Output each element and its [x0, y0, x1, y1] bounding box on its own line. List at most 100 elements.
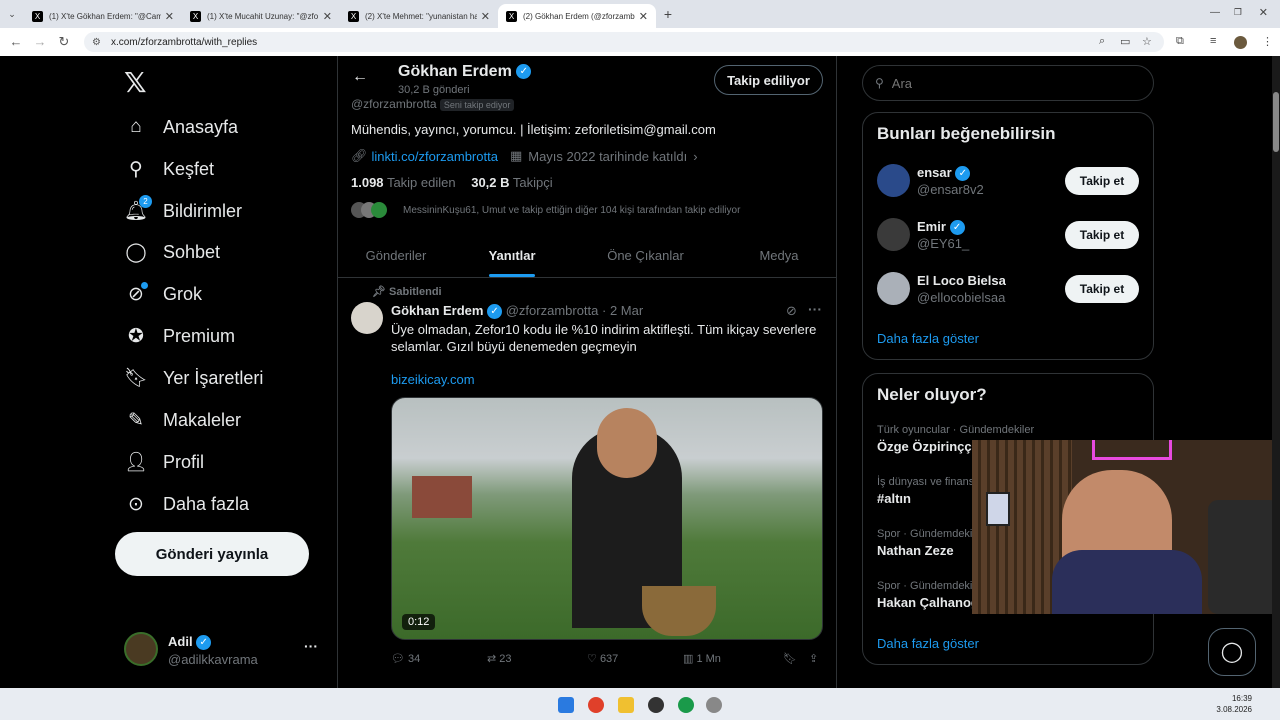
nav-item-bookmarks[interactable]: 🔖︎ Yer İşaretleri: [124, 362, 263, 394]
close-window-icon[interactable]: ✕: [1259, 6, 1268, 19]
chat-fab-icon[interactable]: ◯: [1208, 628, 1256, 676]
grok-icon[interactable]: ⊘: [786, 303, 797, 319]
reload-icon[interactable]: ↻: [52, 34, 76, 50]
pin-icon: 📌︎: [372, 286, 386, 298]
chrome-icon[interactable]: [588, 697, 604, 713]
following-link[interactable]: 1.098 Takip edilen: [351, 175, 456, 190]
post-date[interactable]: · 2 Mar: [602, 303, 643, 318]
nav-item-notifications[interactable]: 🔔︎ 2 Bildirimler: [124, 195, 242, 227]
trend-name: Hakan Çalhanoğ: [877, 595, 979, 610]
menu-icon[interactable]: ⋮: [1262, 35, 1273, 48]
account-handle: @adilkkavrama: [168, 652, 258, 667]
zoom-icon[interactable]: ⌕: [1099, 35, 1105, 48]
reply-action[interactable]: 💬︎ 34: [391, 652, 420, 665]
nav-item-home[interactable]: ⌂ Anasayfa: [124, 111, 238, 143]
bookmark-icon[interactable]: 🔖︎: [783, 652, 797, 665]
close-tab-icon[interactable]: ✕: [323, 10, 332, 23]
close-tab-icon[interactable]: ✕: [639, 10, 648, 23]
x-logo[interactable]: 𝕏: [124, 66, 147, 99]
post-author[interactable]: Gökhan Erdem: [391, 303, 483, 318]
browser-tab-4-active[interactable]: X (2) Gökhan Erdem (@zforzamb ✕: [498, 4, 656, 28]
browser-tab-1[interactable]: X (1) X'te Gökhan Erdem: "@Cam ✕: [24, 4, 182, 28]
account-switcher[interactable]: Adil ✓ @adilkkavrama ···: [124, 632, 324, 668]
nav-item-chat[interactable]: ◯ Sohbet: [124, 236, 220, 268]
post-video[interactable]: 0:12: [391, 397, 823, 640]
follow-button[interactable]: Takip et: [1065, 167, 1139, 195]
post-text: Üye olmadan, Zefor10 kodu ile %10 indiri…: [391, 322, 817, 354]
tab-title: (2) Gökhan Erdem (@zforzamb: [523, 11, 635, 21]
chevron-right-icon[interactable]: ›: [693, 149, 697, 164]
browser-tab-bar: ⌄ X (1) X'te Gökhan Erdem: "@Cam ✕ X (1) X'…: [0, 0, 1280, 28]
nav-item-articles[interactable]: ✎ Makaleler: [124, 404, 241, 436]
suggestion-user[interactable]: ensar ✓ @ensar8v2 Takip et: [863, 163, 1153, 199]
restore-icon[interactable]: ❐: [1234, 7, 1242, 18]
profile-link[interactable]: linkti.co/zforzambrotta: [372, 149, 498, 164]
cast-icon[interactable]: ▭: [1120, 35, 1130, 48]
tab-search-icon[interactable]: ⌄: [0, 9, 24, 20]
nav-item-profile[interactable]: 👤︎ Profil: [124, 446, 204, 478]
nav-item-more[interactable]: ⊙ Daha fazla: [124, 488, 249, 520]
extensions-icon[interactable]: ⧉: [1176, 35, 1184, 48]
close-tab-icon[interactable]: ✕: [165, 10, 174, 23]
new-tab-icon[interactable]: +: [656, 6, 680, 22]
trend-item[interactable]: İş dünyası ve finans #altın: [877, 476, 974, 506]
close-tab-icon[interactable]: ✕: [481, 10, 490, 23]
search-input[interactable]: [891, 75, 1132, 91]
star-icon[interactable]: ☆: [1142, 35, 1152, 48]
minimize-icon[interactable]: —: [1210, 7, 1220, 18]
browser-tab-3[interactable]: X (2) X'te Mehmet: "yunanistan ha ✕: [340, 4, 498, 28]
nav-item-grok[interactable]: ⊘ Grok: [124, 278, 202, 310]
followed-by-row[interactable]: MessininKuşu61, Umut ve takip ettiğin di…: [351, 202, 740, 218]
browser-profile-avatar[interactable]: [1234, 36, 1247, 49]
followers-link[interactable]: 30,2 B Takipçi: [471, 175, 552, 190]
tab-title: (2) X'te Mehmet: "yunanistan ha: [365, 11, 477, 21]
follow-button[interactable]: Takip et: [1065, 275, 1139, 303]
more-options-icon[interactable]: ···: [808, 301, 822, 317]
like-action[interactable]: ♡ 637: [587, 652, 618, 665]
tab-replies[interactable]: Yanıtlar: [454, 234, 570, 277]
show-more-link[interactable]: Daha fazla göster: [877, 636, 979, 651]
views-action[interactable]: ▥ 1 Mn: [683, 652, 721, 665]
trend-item[interactable]: Spor · Gündemdeki Nathan Zeze: [877, 528, 972, 558]
start-icon[interactable]: [558, 697, 574, 713]
more-options-icon[interactable]: ···: [304, 638, 318, 654]
post-button[interactable]: Gönderi yayınla: [115, 532, 309, 576]
nav-label: Grok: [163, 283, 203, 304]
browser-tab-2[interactable]: X (1) X'te Mucahit Uzunay: "@zfo ✕: [182, 4, 340, 28]
tab-media[interactable]: Medya: [721, 234, 836, 277]
tab-highlights[interactable]: Öne Çıkanlar: [570, 234, 721, 277]
nav-label: Sohbet: [163, 241, 221, 262]
suggestion-user[interactable]: Emir ✓ @EY61_ Takip et: [863, 217, 1153, 253]
back-arrow-icon[interactable]: ←: [352, 68, 368, 86]
scrollbar-thumb[interactable]: [1273, 92, 1279, 152]
avatar[interactable]: [351, 302, 383, 334]
nav-item-explore[interactable]: ⚲ Keşfet: [124, 153, 214, 185]
app-icon[interactable]: [706, 697, 722, 713]
file-explorer-icon[interactable]: [618, 697, 634, 713]
more-icon: ⊙: [128, 493, 144, 515]
suggestion-user[interactable]: El Loco Bielsa @ellocobielsaa Takip et: [863, 271, 1153, 307]
share-icon[interactable]: ⇪: [809, 652, 818, 665]
forward-icon[interactable]: →: [28, 34, 52, 49]
trend-item[interactable]: Spor · Gündemdeki Hakan Çalhanoğ: [877, 580, 979, 610]
search-box[interactable]: ⚲: [862, 65, 1154, 101]
post-handle[interactable]: @zforzambrotta: [506, 303, 599, 318]
system-clock[interactable]: 16:39 3.08.2026: [1210, 693, 1252, 715]
reading-list-icon[interactable]: ≡: [1210, 35, 1216, 47]
site-info-icon[interactable]: ⚙: [92, 37, 101, 48]
nav-label: Anasayfa: [163, 116, 239, 137]
chrome-active-icon[interactable]: [678, 697, 694, 713]
address-bar[interactable]: ⚙ x.com/zforzambrotta/with_replies: [84, 32, 1164, 52]
page-scrollbar[interactable]: [1272, 56, 1280, 688]
follow-button[interactable]: Takip et: [1065, 221, 1139, 249]
following-button[interactable]: Takip ediliyor: [714, 65, 823, 95]
trend-context: Spor · Gündemdeki: [877, 580, 973, 592]
back-icon[interactable]: ←: [4, 34, 28, 49]
repost-action[interactable]: ⇄ 23: [487, 652, 512, 665]
pinned-post[interactable]: 📌︎ Sabitlendi Gökhan Erdem ✓ @zforzambro…: [338, 279, 836, 688]
post-link[interactable]: bizeikicay.com: [391, 372, 475, 387]
obs-icon[interactable]: [648, 697, 664, 713]
show-more-link[interactable]: Daha fazla göster: [877, 331, 979, 346]
nav-item-premium[interactable]: ✪ Premium: [124, 320, 235, 352]
tab-posts[interactable]: Gönderiler: [338, 234, 454, 277]
